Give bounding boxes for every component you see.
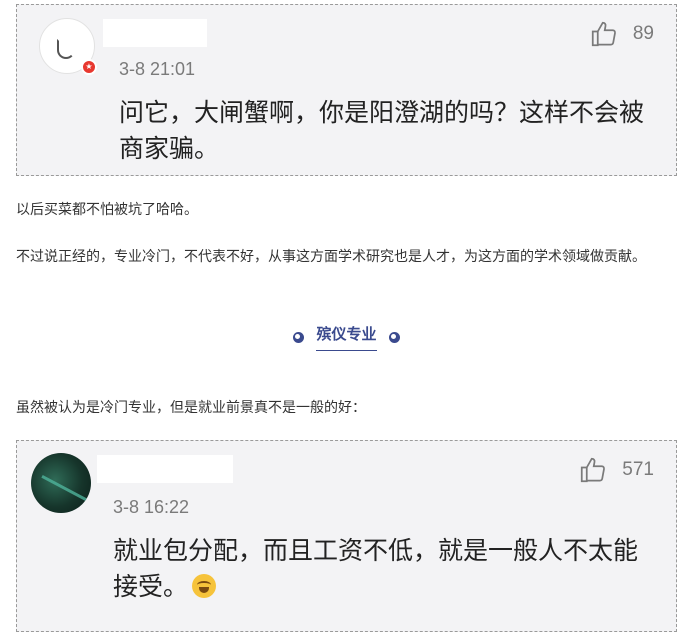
comment-card: 571 3-8 16:22 就业包分配，而且工资不低，就是一般人不太能接受。 — [16, 440, 677, 632]
comment-text-body: 就业包分配，而且工资不低，就是一般人不太能接受。 — [113, 536, 639, 601]
username-redacted — [103, 19, 207, 47]
paragraph: 不过说正经的，专业冷门，不代表不好，从事这方面学术研究也是人才，为这方面的学术领… — [16, 249, 646, 265]
comment-time: 3-8 16:22 — [113, 497, 190, 517]
thumbs-up-icon — [591, 21, 616, 47]
comment-text: 就业包分配，而且工资不低，就是一般人不太能接受。 — [113, 533, 653, 605]
like-button[interactable]: 89 — [589, 19, 654, 49]
paragraph: 虽然被认为是冷门专业，但是就业前景真不是一般的好： — [16, 400, 366, 416]
comment-card: ★ 89 3-8 21:01 问它，大闸蟹啊，你是阳澄湖的吗？这样不会被商家骗。 — [16, 4, 677, 176]
thumbs-up-icon — [581, 457, 606, 483]
laughing-crying-emoji-icon — [192, 574, 217, 598]
username-redacted — [97, 455, 233, 483]
paragraph: 以后买菜都不怕被坑了哈哈。 — [16, 202, 198, 218]
comment-text: 问它，大闸蟹啊，你是阳澄湖的吗？这样不会被商家骗。 — [119, 98, 645, 163]
section-heading: 殡仪专业 — [0, 323, 693, 351]
bullet-dot-icon — [293, 331, 305, 343]
avatar-image-detail — [41, 474, 89, 503]
verified-badge-icon: ★ — [81, 59, 97, 75]
comment-time: 3-8 21:01 — [119, 59, 196, 79]
bullet-dot-icon — [388, 331, 400, 343]
like-count: 571 — [622, 459, 654, 480]
like-button[interactable]: 571 — [578, 455, 654, 485]
section-title: 殡仪专业 — [316, 323, 377, 351]
avatar[interactable] — [31, 453, 91, 513]
like-count: 89 — [632, 23, 654, 44]
avatar-face-icon — [57, 39, 75, 59]
